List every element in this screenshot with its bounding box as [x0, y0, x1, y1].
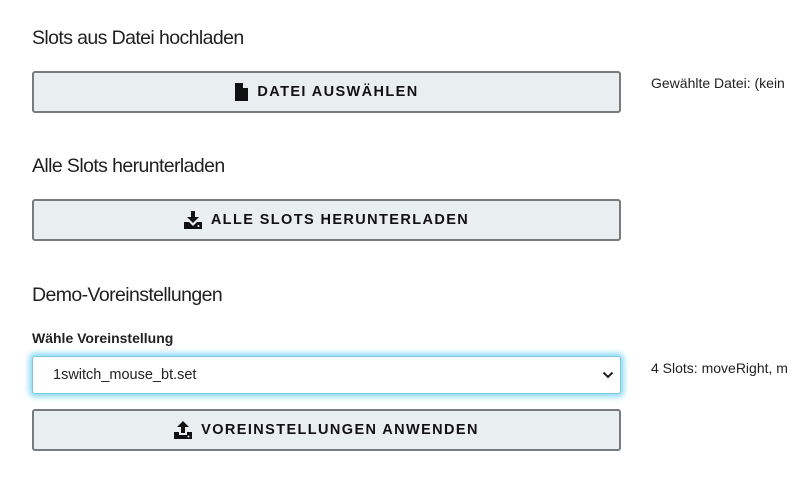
- preset-select[interactable]: 1switch_mouse_bt.set: [32, 356, 621, 394]
- chosen-file-status: Gewählte Datei: (kein: [651, 75, 785, 91]
- file-icon: [234, 83, 249, 101]
- download-all-slots-label: ALLE SLOTS HERUNTERLADEN: [210, 212, 470, 228]
- preset-select-value: 1switch_mouse_bt.set: [53, 367, 197, 383]
- download-icon: [183, 211, 202, 229]
- chevron-down-icon: [602, 366, 614, 384]
- upload-icon: [174, 421, 193, 439]
- demo-presets-heading: Demo-Voreinstellungen: [32, 284, 223, 306]
- upload-heading: Slots aus Datei hochladen: [32, 27, 244, 49]
- preset-info: 4 Slots: moveRight, m: [651, 360, 788, 376]
- apply-presets-label: VOREINSTELLUNGEN ANWENDEN: [201, 422, 479, 438]
- choose-file-label: DATEI AUSWÄHLEN: [257, 84, 419, 100]
- download-heading: Alle Slots herunterladen: [32, 155, 225, 177]
- download-all-slots-button[interactable]: ALLE SLOTS HERUNTERLADEN: [32, 199, 621, 241]
- choose-file-button[interactable]: DATEI AUSWÄHLEN: [32, 71, 621, 113]
- apply-presets-button[interactable]: VOREINSTELLUNGEN ANWENDEN: [32, 409, 621, 451]
- preset-select-label: Wähle Voreinstellung: [32, 330, 174, 346]
